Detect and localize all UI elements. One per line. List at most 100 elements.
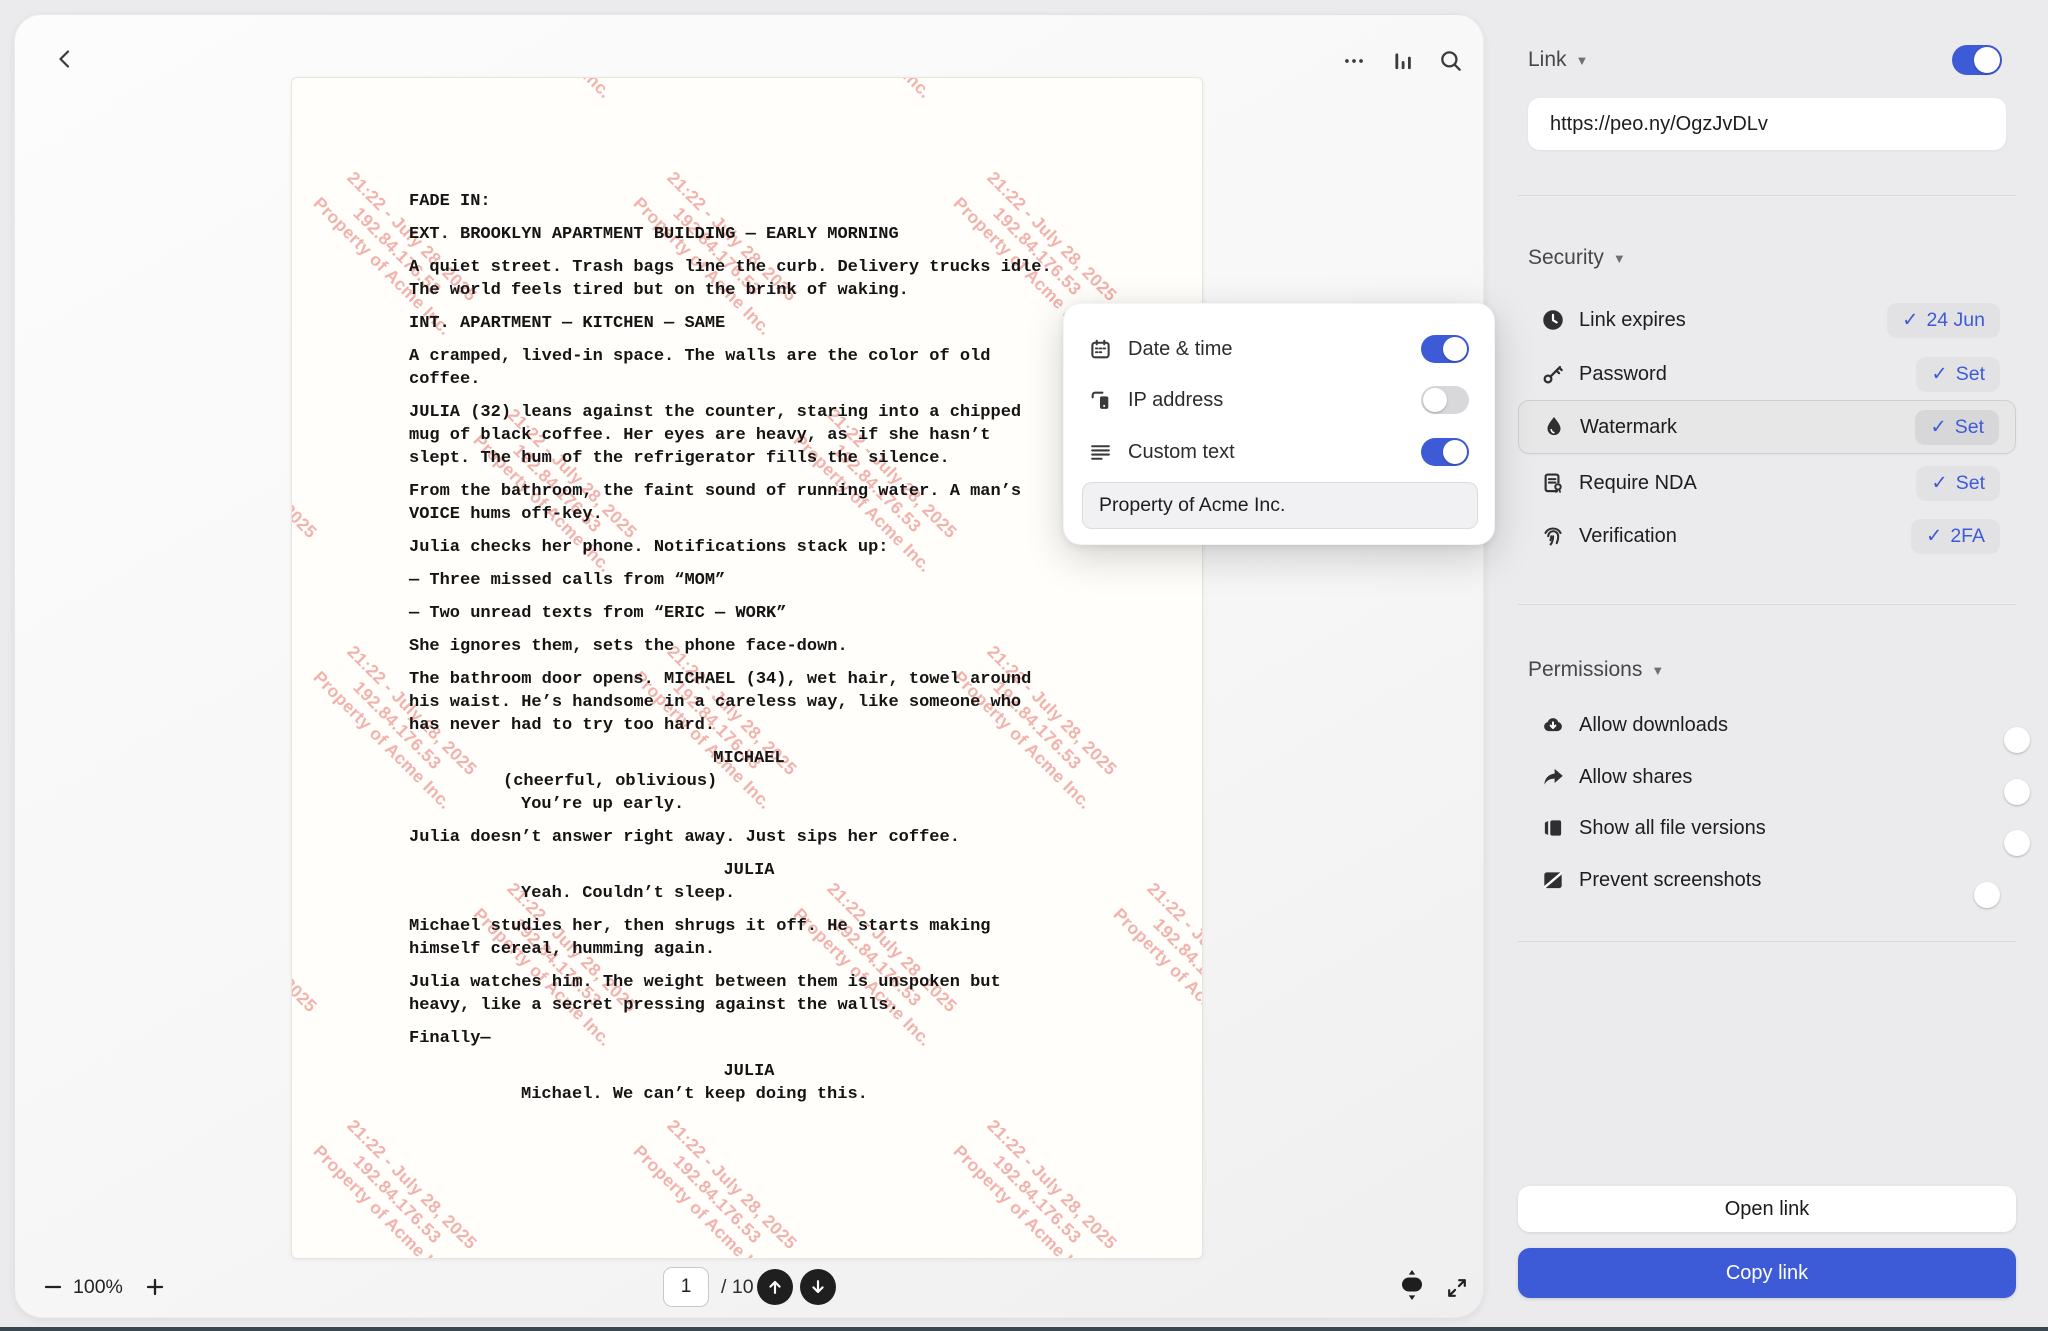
script-line: JULIA (32) leans against the counter, st… (409, 401, 1089, 424)
toggle-switch[interactable] (1421, 335, 1469, 363)
arrow-down-icon (808, 1277, 828, 1297)
script-line: Julia watches him. The weight between th… (409, 971, 1089, 994)
droplet-icon (1540, 414, 1567, 441)
security-row-label: Watermark (1580, 416, 1677, 439)
security-badge-require-nda[interactable]: ✓ Set (1916, 466, 2000, 501)
link-enabled-toggle[interactable] (1952, 45, 2002, 75)
copy-link-button[interactable]: Copy link (1518, 1248, 2016, 1298)
search-button[interactable] (1435, 45, 1467, 77)
expand-icon (1444, 1275, 1470, 1301)
security-row-verification[interactable]: Verification ✓2FA (1518, 509, 2016, 563)
link-section-title: Link (1528, 48, 1567, 72)
script-line: She ignores them, sets the phone face-do… (409, 635, 1089, 658)
security-row-require-nda[interactable]: Require NDA ✓Set (1518, 456, 2016, 510)
popup-row-custom-text[interactable]: Custom text (1064, 428, 1496, 476)
scroll-icon (1398, 1268, 1426, 1302)
popup-row-date-time[interactable]: Date & time (1064, 325, 1496, 373)
back-button[interactable] (49, 43, 81, 75)
device-icon (1088, 388, 1113, 413)
security-section-title: Security (1528, 246, 1604, 270)
security-row-password[interactable]: Password ✓Set (1518, 347, 2016, 401)
permission-row-allow-downloads[interactable]: Allow downloads (1518, 699, 2016, 751)
next-page-button[interactable] (800, 1269, 836, 1305)
check-icon: ✓ (1931, 362, 1947, 386)
toggle-knob (2004, 727, 2030, 753)
open-link-button[interactable]: Open link (1518, 1186, 2016, 1232)
script-line: coffee. (409, 368, 1089, 391)
security-badge-watermark[interactable]: ✓ Set (1915, 410, 1999, 445)
link-url-input[interactable] (1528, 98, 2006, 150)
security-row-watermark[interactable]: Watermark ✓ Set (1518, 400, 2016, 454)
versions-icon (1539, 815, 1566, 842)
permission-row-allow-shares[interactable]: Allow shares (1518, 751, 2016, 803)
link-section-header[interactable]: Link ▼ (1528, 46, 1588, 74)
script-line: A quiet street. Trash bags line the curb… (409, 256, 1089, 279)
security-badge-verification[interactable]: ✓2FA (1911, 519, 2000, 554)
script-line (409, 391, 1089, 401)
previous-page-button[interactable] (757, 1269, 793, 1305)
badge-value: Set (1955, 416, 1984, 439)
zoom-in-button[interactable] (141, 1273, 169, 1301)
script-line (409, 470, 1089, 480)
script-line (409, 658, 1089, 668)
toggle-knob (1423, 388, 1447, 412)
security-section-header[interactable]: Security ▼ (1528, 244, 1626, 272)
script-line: Julia checks her phone. Notifications st… (409, 536, 1089, 559)
permission-row-show-all-file-versions[interactable]: Show all file versions (1518, 802, 2016, 854)
watermark-settings-popup: Date & time IP address Custom text (1063, 303, 1495, 545)
chevron-down-icon: ▼ (1651, 663, 1664, 678)
script-line: INT. APARTMENT — KITCHEN — SAME (409, 312, 1089, 335)
permission-row-label: Allow downloads (1579, 714, 1728, 737)
watermark-text: 21:22 - July 28, 2025192.84.176.53Proper… (933, 1096, 1140, 1259)
popup-row-ip-address[interactable]: IP address (1064, 376, 1496, 424)
share-icon (1539, 764, 1566, 791)
download-icon (1539, 712, 1566, 739)
analytics-button[interactable] (1387, 45, 1419, 77)
script-line: has never had to try too hard. (409, 714, 1089, 737)
permission-row-prevent-screenshots[interactable]: Prevent screenshots (1518, 854, 2016, 906)
script-line (409, 737, 1089, 747)
badge-value: Set (1956, 472, 1985, 495)
screenplay-text: FADE IN:EXT. BROOKLYN APARTMENT BUILDING… (292, 78, 1202, 1106)
document-viewer-card: 21:22 - July 28, 2025192.84.176.53Proper… (14, 14, 1484, 1318)
custom-text-input[interactable] (1082, 482, 1478, 529)
check-icon: ✓ (1930, 415, 1946, 439)
more-options-button[interactable] (1338, 45, 1370, 77)
check-icon: ✓ (1931, 471, 1947, 495)
permission-row-label: Allow shares (1579, 766, 1692, 789)
script-line (409, 1050, 1089, 1060)
script-line (409, 849, 1089, 859)
arrow-up-icon (765, 1277, 785, 1297)
script-line: Julia doesn’t answer right away. Just si… (409, 826, 1089, 849)
zoom-out-button[interactable] (39, 1273, 67, 1301)
minus-icon (41, 1275, 65, 1299)
badge-value: 2FA (1950, 525, 1985, 548)
page-number-input[interactable] (663, 1267, 709, 1307)
permissions-section-header[interactable]: Permissions ▼ (1528, 656, 1664, 684)
chevron-down-icon: ▼ (1576, 53, 1589, 68)
scroll-mode-button[interactable] (1397, 1267, 1427, 1303)
toggle-switch[interactable] (1421, 438, 1469, 466)
script-line: A cramped, lived-in space. The walls are… (409, 345, 1089, 368)
script-line: Michael studies her, then shrugs it off.… (409, 915, 1089, 938)
script-line: The world feels tired but on the brink o… (409, 279, 1089, 302)
security-row-link-expires[interactable]: Link expires ✓24 Jun (1518, 293, 2016, 347)
script-line (409, 559, 1089, 569)
script-line: VOICE hums off-key. (409, 503, 1089, 526)
popup-row-label: Date & time (1128, 338, 1232, 361)
script-line (409, 592, 1089, 602)
section-divider (1518, 941, 2016, 942)
security-badge-password[interactable]: ✓ Set (1916, 357, 2000, 392)
security-badge-link-expires[interactable]: ✓24 Jun (1887, 303, 2000, 338)
fullscreen-button[interactable] (1441, 1272, 1473, 1304)
toggle-knob (1974, 47, 2000, 73)
permissions-section-title: Permissions (1528, 658, 1642, 682)
script-line: MICHAEL (409, 747, 1089, 770)
badge-value: Set (1956, 363, 1985, 386)
script-line: (cheerful, oblivious) (503, 770, 1183, 793)
window-bottom-edge (0, 1327, 2048, 1331)
toggle-knob (1974, 882, 2000, 908)
toggle-switch[interactable] (1421, 386, 1469, 414)
script-line: Michael. We can’t keep doing this. (521, 1083, 1201, 1106)
section-divider (1518, 195, 2016, 196)
